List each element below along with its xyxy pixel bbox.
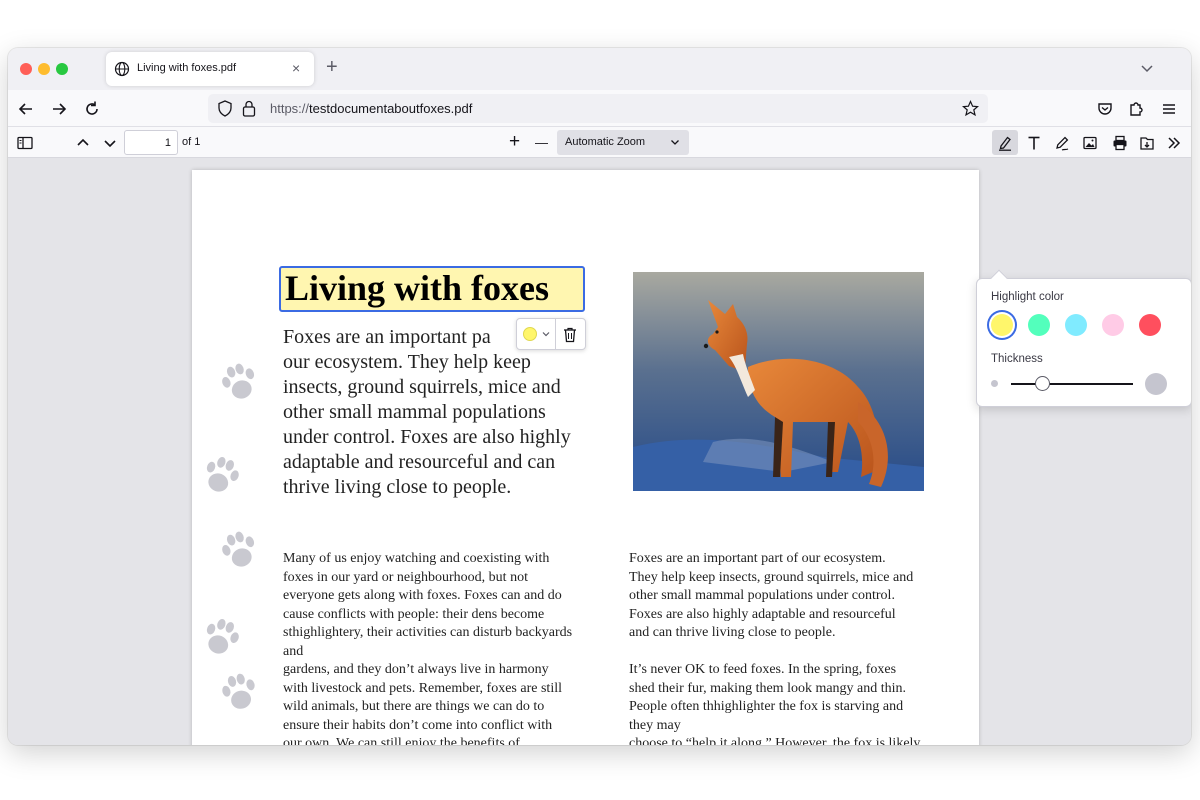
highlight-icon[interactable] [996, 134, 1014, 152]
page-count-label: of 1 [182, 136, 201, 148]
bookmark-star-icon[interactable] [962, 100, 979, 117]
tab-title: Living with foxes.pdf [137, 62, 237, 74]
highlight-color-picker-button[interactable] [523, 327, 537, 341]
toolbar-divider [555, 319, 556, 349]
paw-icon [222, 531, 255, 567]
body-text-right: Foxes are an important part of our ecosy… [629, 551, 921, 745]
print-icon[interactable] [1111, 134, 1129, 152]
document-title-highlighted[interactable]: Living with foxes [279, 266, 585, 312]
url-text[interactable]: https://testdocumentaboutfoxes.pdf [270, 101, 472, 116]
sidebar-toggle-icon[interactable] [16, 134, 34, 152]
page-up-icon[interactable] [74, 134, 92, 152]
navigation-bar: https://testdocumentaboutfoxes.pdf [8, 90, 1191, 127]
reload-icon[interactable] [82, 99, 102, 119]
new-tab-button[interactable]: + [326, 57, 338, 77]
pdf-page[interactable]: Living with foxes Foxes are an important… [192, 170, 979, 745]
lock-icon[interactable] [242, 100, 256, 117]
thickness-slider-thumb[interactable] [1034, 376, 1050, 391]
chevron-down-icon[interactable] [541, 329, 551, 339]
pocket-icon[interactable] [1095, 99, 1115, 119]
body-text-left: Many of us enjoy watching and coexisting… [283, 551, 573, 745]
chevron-down-icon [671, 140, 679, 145]
highlight-color-swatch-1[interactable] [991, 314, 1013, 336]
extensions-icon[interactable] [1126, 99, 1146, 119]
lead-first-line: Foxes are an important pa [283, 326, 491, 348]
shield-icon[interactable] [217, 100, 233, 117]
highlight-edit-toolbar [516, 318, 586, 350]
body-column-left: Many of us enjoy watching and coexisting… [283, 550, 603, 745]
tab-living-with-foxes[interactable]: Living with foxes.pdf × [106, 52, 314, 86]
page-down-icon[interactable] [101, 134, 119, 152]
globe-icon [114, 61, 130, 77]
url-bar[interactable]: https://testdocumentaboutfoxes.pdf [208, 94, 988, 123]
browser-window: Living with foxes.pdf × + https://testdo… [8, 48, 1191, 745]
paw-icon [206, 457, 239, 492]
text-icon[interactable] [1025, 134, 1043, 152]
paw-icon [222, 673, 255, 709]
highlight-options-popup: Highlight color Thickness [976, 269, 1191, 407]
back-icon[interactable] [16, 99, 36, 119]
forward-icon[interactable] [49, 99, 69, 119]
highlight-color-swatch-2[interactable] [1028, 314, 1050, 336]
zoom-out-button[interactable]: — [535, 135, 548, 150]
save-icon[interactable] [1138, 134, 1156, 152]
zoom-select[interactable]: Automatic Zoom [557, 130, 689, 155]
draw-icon[interactable] [1053, 134, 1071, 152]
thickness-label: Thickness [991, 353, 1043, 365]
pdf-viewer[interactable]: Living with foxes Foxes are an important… [8, 158, 1191, 745]
menu-icon[interactable] [1159, 99, 1179, 119]
body-column-right: Foxes are an important part of our ecosy… [629, 550, 949, 745]
title-bar: Living with foxes.pdf × + [8, 48, 1191, 90]
image-icon[interactable] [1081, 134, 1099, 152]
highlight-color-swatch-5[interactable] [1139, 314, 1161, 336]
tab-close-button[interactable]: × [292, 60, 300, 76]
trash-icon[interactable] [562, 326, 578, 343]
pdf-toolbar: 1 of 1 + — Automatic Zoom [8, 127, 1191, 158]
fox-photo [633, 272, 924, 491]
page-number-input[interactable]: 1 [124, 130, 178, 155]
paw-icon [222, 363, 255, 399]
highlight-color-label: Highlight color [991, 291, 1064, 303]
list-all-tabs-icon[interactable] [1139, 60, 1155, 76]
zoom-in-button[interactable]: + [509, 131, 520, 153]
url-scheme: https:// [270, 101, 310, 116]
thickness-max-indicator [1145, 373, 1167, 395]
highlight-color-swatch-3[interactable] [1065, 314, 1087, 336]
lead-rest: our ecosystem. They help keep insects, g… [283, 351, 571, 498]
lead-paragraph: Foxes are an important pa our ecosystem.… [283, 325, 593, 500]
more-tools-icon[interactable] [1165, 134, 1183, 152]
maximize-window-button[interactable] [56, 63, 68, 75]
highlight-color-swatch-4[interactable] [1102, 314, 1124, 336]
url-host: testdocumentaboutfoxes.pdf [309, 101, 473, 116]
minimize-window-button[interactable] [38, 63, 50, 75]
thickness-slider[interactable] [1011, 383, 1133, 385]
zoom-select-value: Automatic Zoom [565, 136, 646, 148]
paw-icon [206, 619, 239, 654]
thickness-min-indicator [991, 380, 998, 387]
close-window-button[interactable] [20, 63, 32, 75]
popup-arrow [990, 269, 1008, 287]
